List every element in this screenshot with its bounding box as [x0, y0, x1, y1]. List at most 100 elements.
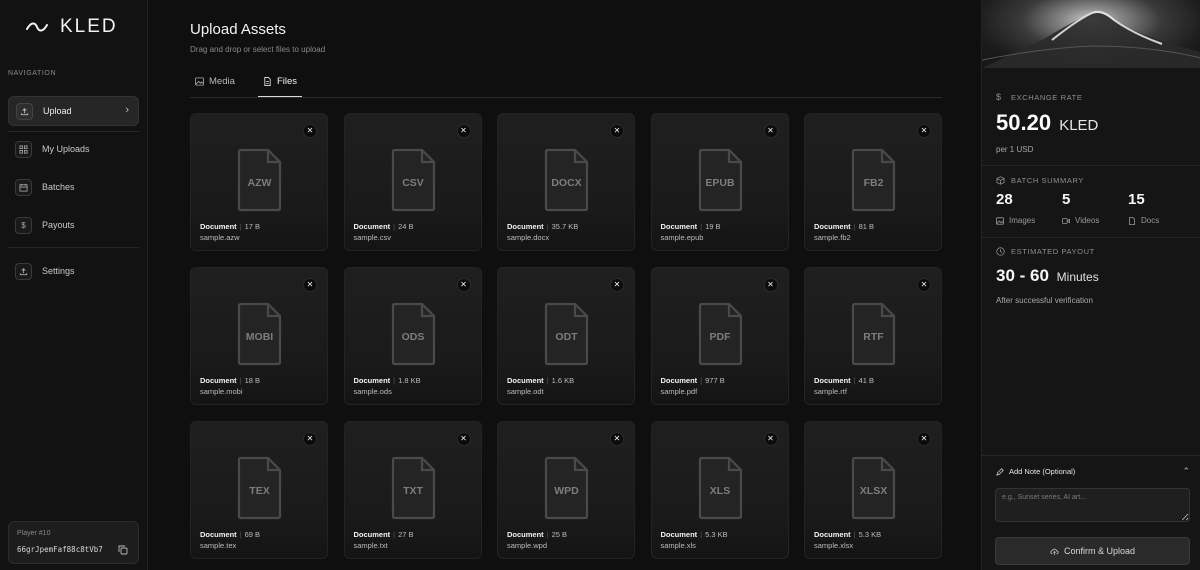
brand-name: KLED — [60, 16, 118, 37]
close-icon[interactable]: ✕ — [610, 432, 624, 446]
brand[interactable]: KLED — [26, 14, 118, 40]
file-type: Document — [814, 530, 851, 539]
rate-number: 50.20 — [996, 110, 1052, 135]
close-icon[interactable]: ✕ — [456, 432, 471, 446]
sidebar-item-batches[interactable]: Batches — [8, 172, 139, 202]
file-size: 18 B — [244, 376, 261, 385]
file-card[interactable]: ✕ WPD Document | 25 Bsample.wpd — [497, 421, 635, 559]
file-extension: ODS — [401, 331, 425, 343]
page-title: Upload Assets — [190, 21, 286, 38]
file-size: 17 B — [244, 222, 261, 231]
file-meta: Document | 35.7 KB — [507, 222, 578, 231]
close-icon[interactable]: ✕ — [456, 124, 471, 138]
file-name: sample.odt — [507, 387, 544, 396]
close-icon[interactable]: ✕ — [456, 278, 471, 292]
file-extension: FB2 — [863, 177, 884, 189]
note-input[interactable] — [995, 488, 1190, 522]
player-card: Player #10 66grJpemFaf88c8tVb7 — [8, 521, 139, 564]
stat-value: 5 — [1062, 191, 1071, 208]
panel-divider — [982, 237, 1200, 238]
file-name: sample.azw — [200, 233, 240, 242]
file-type: Document — [200, 530, 237, 539]
file-meta: Document | 81 B — [814, 222, 874, 231]
copy-icon[interactable] — [118, 545, 128, 555]
payout-unit: Minutes — [1056, 270, 1099, 284]
file-card[interactable]: ✕ ODS Document | 1.8 KB sample.ods — [343, 267, 482, 405]
kled-logo-icon — [26, 22, 48, 32]
sidebar-item-label: Batches — [42, 182, 75, 192]
file-type: Document — [507, 222, 544, 231]
file-card[interactable]: ✕ ODT Document | 1.6 KB sample.odt — [497, 267, 635, 405]
close-icon[interactable]: ✕ — [917, 278, 931, 292]
tab-media[interactable]: Media — [195, 66, 235, 97]
file-card[interactable]: ✕ TXT Document | 27 B sample.txt — [343, 421, 482, 559]
file-card[interactable]: ✕ XLS Document | 5.3 KB sample.xls — [650, 421, 789, 559]
confirm-upload-button[interactable]: Confirm & Upload — [995, 537, 1190, 565]
file-extension: CSV — [402, 177, 424, 189]
estimated-payout-heading: ESTIMATED PAYOUT — [996, 247, 1095, 256]
close-icon[interactable]: ✕ — [303, 278, 317, 292]
nav-divider — [8, 247, 139, 248]
sidebar-item-my-uploads[interactable]: My Uploads — [8, 134, 139, 164]
tabs: Media Files — [190, 66, 942, 98]
add-note-toggle[interactable]: Add Note (Optional) — [996, 467, 1075, 476]
file-size: 27 B — [398, 530, 414, 539]
file-card[interactable]: ✕ RTF Document | 41 B sample.rtf — [804, 267, 942, 405]
file-type: Document — [660, 530, 698, 539]
file-type: Document — [507, 376, 544, 385]
close-icon[interactable]: ✕ — [763, 432, 778, 446]
close-icon[interactable]: ✕ — [917, 432, 931, 446]
main-content: Upload Assets Drag and drop or select fi… — [149, 0, 980, 570]
close-icon[interactable]: ✕ — [917, 124, 931, 138]
file-card[interactable]: ✕ TEX Document | 69 B sample.tex — [190, 421, 328, 559]
image-icon — [996, 216, 1004, 225]
meta-separator: | — [700, 376, 703, 385]
sidebar-item-settings[interactable]: Settings — [8, 256, 139, 286]
close-icon[interactable]: ✕ — [303, 432, 317, 446]
tab-files[interactable]: Files — [258, 66, 303, 97]
stat-label: Videos — [1075, 216, 1100, 225]
close-icon[interactable]: ✕ — [610, 278, 624, 292]
sidebar-item-upload[interactable]: Upload › — [8, 96, 139, 126]
section-label: EXCHANGE RATE — [1011, 93, 1083, 102]
file-extension: ODT — [555, 331, 578, 343]
stat-value: 28 — [996, 191, 1013, 208]
upload-icon — [15, 262, 32, 280]
close-icon[interactable]: ✕ — [303, 124, 317, 138]
sidebar-item-payouts[interactable]: $ Payouts — [8, 210, 139, 240]
file-name: sample.txt — [353, 541, 388, 550]
meta-separator: | — [853, 530, 856, 539]
nav-divider — [8, 131, 139, 132]
close-icon[interactable]: ✕ — [763, 278, 778, 292]
close-icon[interactable]: ✕ — [763, 124, 778, 138]
payout-subtitle: After successful verification — [996, 296, 1093, 305]
section-label: BATCH SUMMARY — [1011, 176, 1084, 185]
close-icon[interactable]: ✕ — [610, 124, 624, 138]
confirm-label: Confirm & Upload — [1063, 546, 1136, 556]
doc-icon — [1129, 216, 1135, 225]
file-size: 1.6 KB — [551, 376, 575, 385]
file-card[interactable]: ✕ PDF Document | 977 B sample.pdf — [650, 267, 789, 405]
file-card[interactable]: ✕ EPUB Document | 19 Bsample.epub — [650, 113, 789, 251]
file-card[interactable]: ✕ DOCX Document | 35.7 KB sample.docx — [497, 113, 635, 251]
file-meta: Document | 19 B — [661, 222, 721, 231]
stat-videos: 5 Videos — [1062, 191, 1099, 225]
file-type: Document — [814, 376, 851, 385]
file-name: sample.epub — [660, 233, 704, 242]
file-meta: Document | 17 B — [200, 222, 260, 231]
file-card[interactable]: ✕ AZW Document | 17 B sample.azw — [190, 113, 328, 251]
file-card[interactable]: ✕ XLSX Document | 5.3 KB sample.xlsx — [804, 421, 942, 559]
tab-label: Files — [277, 75, 298, 87]
upload-icon — [16, 102, 33, 120]
chevron-up-icon[interactable]: ⌃ — [1182, 466, 1190, 477]
file-card[interactable]: ✕ FB2 Document | 81 B sample.fb2 — [804, 113, 942, 251]
file-name: sample.xlsx — [814, 541, 854, 550]
sidebar-item-label: Payouts — [42, 220, 75, 230]
box-icon — [996, 176, 1005, 185]
file-extension: XLS — [709, 485, 731, 497]
file-card[interactable]: ✕ MOBI Document | 18 Bsample.mobi — [190, 267, 328, 405]
clock-icon — [996, 247, 1005, 256]
file-size: 5.3 KB — [705, 530, 728, 539]
file-name: sample.rtf — [814, 387, 847, 396]
file-card[interactable]: ✕ CSV Document | 24 B sample.csv — [343, 113, 482, 251]
